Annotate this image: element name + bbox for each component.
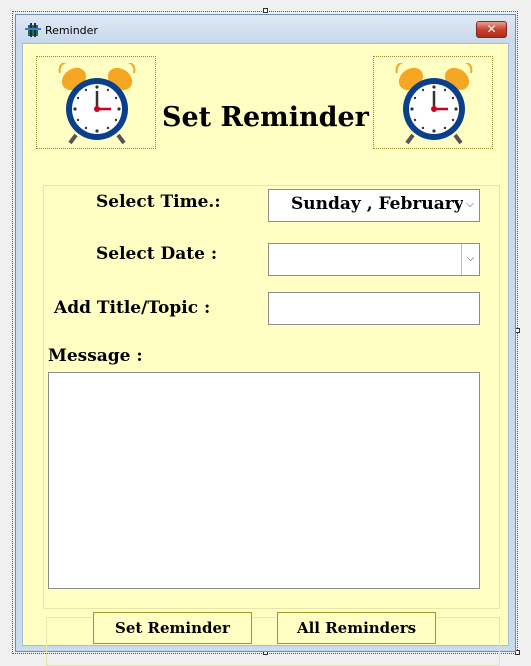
window-title: Reminder <box>45 24 98 37</box>
title-input[interactable] <box>268 292 480 325</box>
resize-handle-top[interactable] <box>263 8 268 13</box>
set-reminder-button[interactable]: Set Reminder <box>93 612 252 644</box>
select-date-label: Select Date : <box>96 244 218 264</box>
reminder-window: Reminder ✕ Set Reminder Select Time.: Su… <box>15 14 516 666</box>
form-client-area: Set Reminder Select Time.: Sunday , Febr… <box>22 43 509 666</box>
chevron-down-icon[interactable]: ⌵ <box>461 244 479 275</box>
page-title: Set Reminder <box>162 102 369 133</box>
close-button[interactable]: ✕ <box>476 21 507 38</box>
message-textarea[interactable] <box>48 372 480 589</box>
message-label: Message : <box>48 346 143 366</box>
time-picker-value: Sunday , February <box>291 194 463 214</box>
chevron-down-icon[interactable]: ⌵ <box>461 190 479 221</box>
title-bar[interactable]: Reminder ✕ <box>16 15 515 43</box>
clock-picture-right <box>373 56 493 149</box>
alarm-clock-icon <box>395 63 473 145</box>
date-picker[interactable]: ⌵ <box>268 243 480 276</box>
alarm-clock-icon <box>58 63 136 145</box>
clock-picture-left <box>36 56 156 149</box>
select-time-label: Select Time.: <box>96 192 221 212</box>
time-picker[interactable]: Sunday , February ⌵ <box>268 189 480 222</box>
all-reminders-button[interactable]: All Reminders <box>277 612 436 644</box>
app-icon <box>25 23 41 37</box>
add-title-label: Add Title/Topic : <box>54 298 211 318</box>
